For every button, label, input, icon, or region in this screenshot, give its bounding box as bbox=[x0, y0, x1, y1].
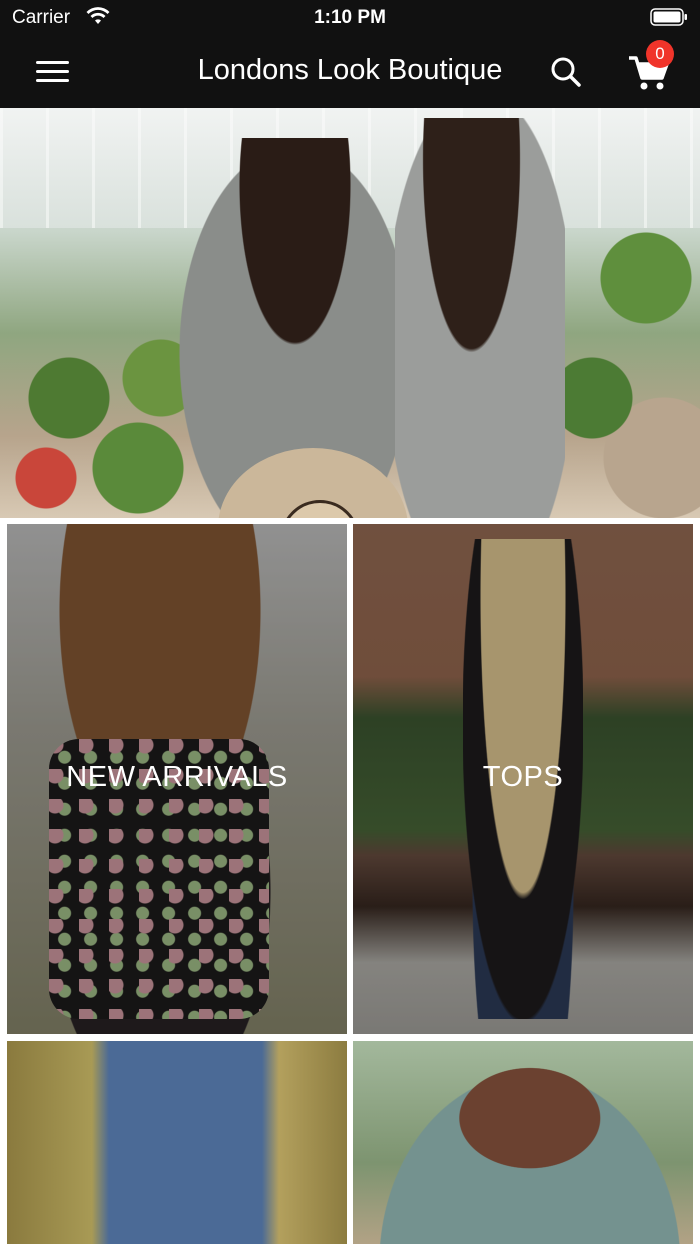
category-label: TOPS bbox=[482, 761, 564, 793]
category-tile-new-arrivals[interactable]: NEW ARRIVALS bbox=[7, 524, 347, 1034]
cart-count-badge: 0 bbox=[646, 40, 674, 68]
clock: 1:10 PM bbox=[314, 7, 386, 28]
hero-banner[interactable] bbox=[0, 108, 700, 518]
category-tile-model[interactable] bbox=[353, 1041, 693, 1244]
status-bar: Carrier 1:10 PM bbox=[0, 0, 700, 36]
category-tile-tops[interactable]: TOPS bbox=[353, 524, 693, 1034]
category-tile-bottoms[interactable] bbox=[7, 1041, 347, 1244]
category-label: NEW ARRIVALS bbox=[66, 761, 288, 793]
search-icon[interactable] bbox=[548, 54, 584, 90]
nav-bar: Londons Look Boutique bbox=[0, 36, 700, 108]
app-title: Londons Look Boutique bbox=[197, 54, 503, 86]
model-right bbox=[395, 118, 565, 518]
battery-icon bbox=[650, 8, 687, 26]
